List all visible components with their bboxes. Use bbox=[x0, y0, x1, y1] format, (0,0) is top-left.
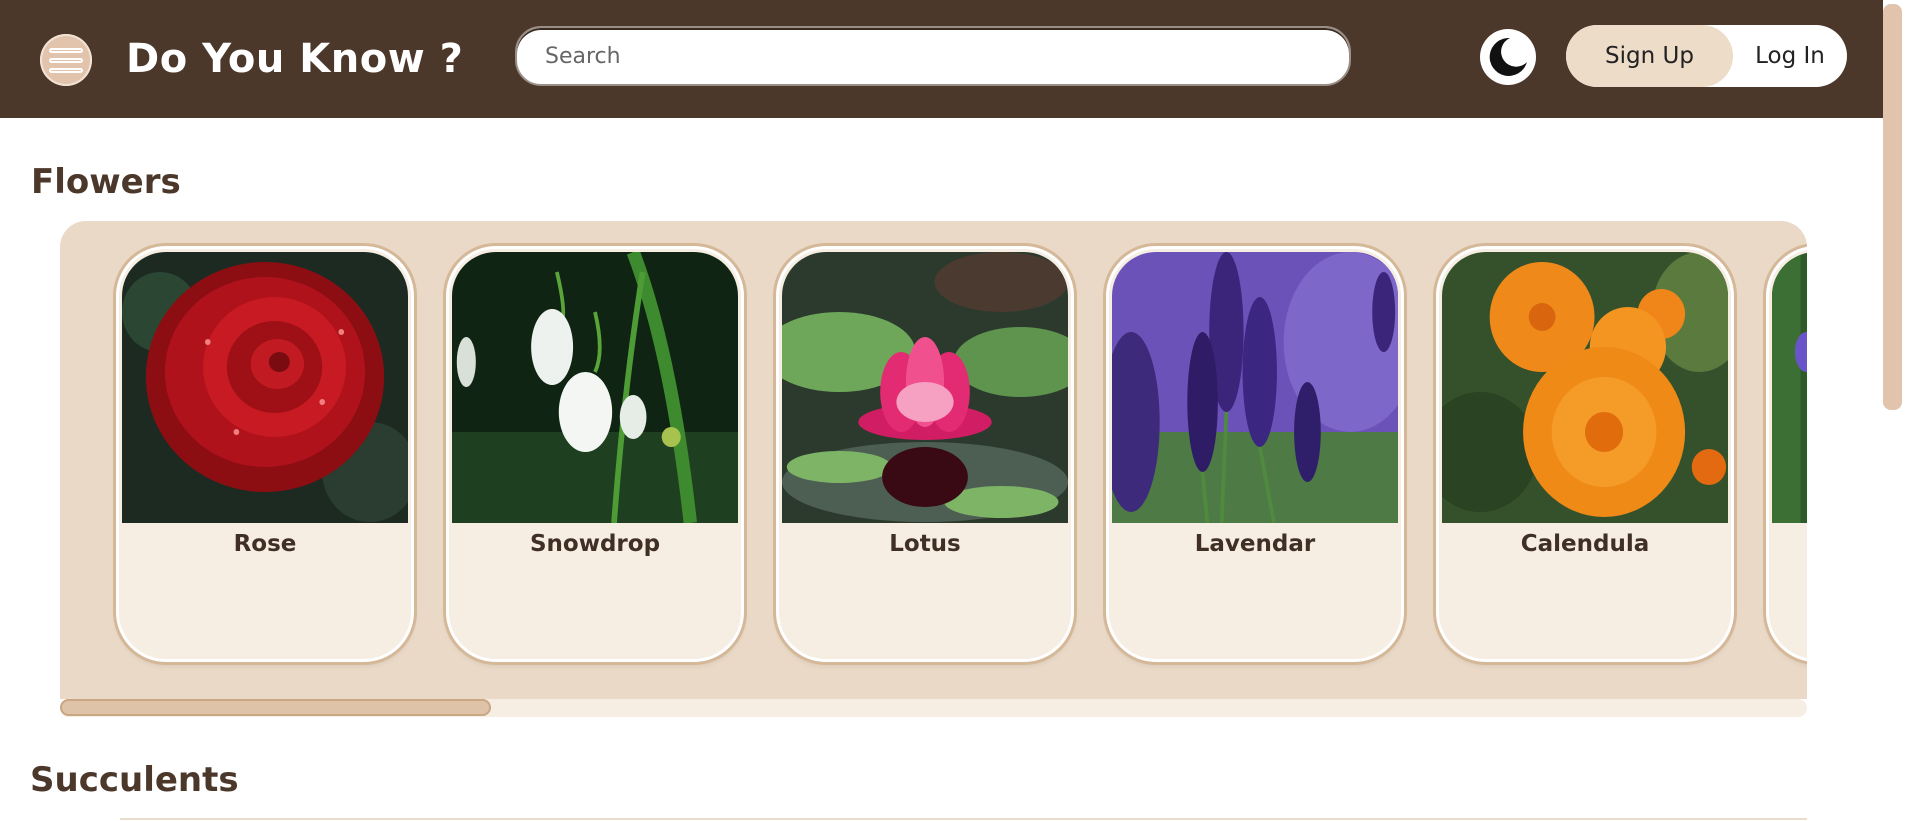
snowdrop-image bbox=[452, 252, 738, 523]
card-rose[interactable]: Rose bbox=[116, 246, 414, 662]
search-input[interactable] bbox=[515, 26, 1351, 86]
menu-icon[interactable] bbox=[40, 34, 92, 86]
card-label: Snowdrop bbox=[529, 531, 661, 557]
lotus-image bbox=[782, 252, 1068, 523]
card-lotus[interactable]: Lotus bbox=[776, 246, 1074, 662]
rose-image bbox=[122, 252, 408, 523]
moon-icon[interactable] bbox=[1480, 29, 1536, 85]
next-flower-image bbox=[1772, 252, 1807, 523]
card-label: Calendula bbox=[1520, 531, 1650, 557]
page-scrollbar-thumb[interactable] bbox=[1883, 4, 1902, 410]
section-title-flowers: Flowers bbox=[31, 162, 181, 202]
log-in-button[interactable]: Log In bbox=[1733, 25, 1847, 87]
card-calendula[interactable]: Calendula bbox=[1436, 246, 1734, 662]
flowers-carousel: Rose Snowdrop Lotus Lavendar Calendula bbox=[60, 221, 1807, 699]
section-title-succulents: Succulents bbox=[30, 760, 239, 800]
auth-toggle: Sign Up Log In bbox=[1566, 25, 1847, 87]
carousel-scrollbar-thumb[interactable] bbox=[60, 699, 491, 716]
section-divider bbox=[120, 818, 1807, 820]
card-snowdrop[interactable]: Snowdrop bbox=[446, 246, 744, 662]
calendula-image bbox=[1442, 252, 1728, 523]
card-lavendar[interactable]: Lavendar bbox=[1106, 246, 1404, 662]
site-logo[interactable]: Do You Know ? bbox=[126, 36, 463, 82]
card-label: Lavendar bbox=[1194, 531, 1316, 557]
sign-up-button[interactable]: Sign Up bbox=[1566, 25, 1733, 87]
card-label: Lotus bbox=[889, 531, 961, 557]
card-partial[interactable] bbox=[1766, 246, 1807, 662]
lavendar-image bbox=[1112, 252, 1398, 523]
card-label: Rose bbox=[233, 531, 297, 557]
top-navbar: Do You Know ? Sign Up Log In bbox=[0, 0, 1883, 118]
